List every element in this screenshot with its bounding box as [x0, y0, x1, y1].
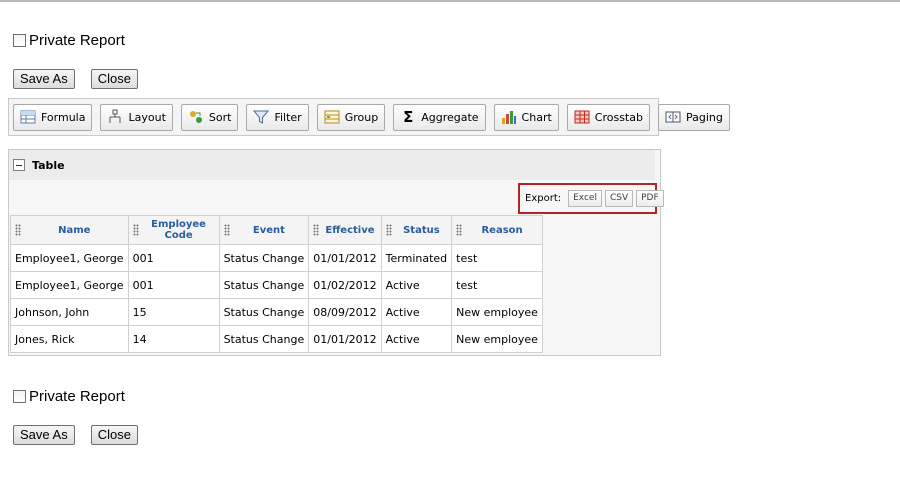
panel-title: Table	[32, 158, 65, 172]
table-panel: Table Export: Excel CSV PDF Name Employe…	[8, 149, 664, 356]
group-button[interactable]: Group	[316, 103, 386, 131]
column-header-name[interactable]: Name	[10, 215, 129, 245]
filter-icon	[253, 109, 270, 125]
cell-effective: 01/02/2012	[308, 271, 382, 299]
formula-label: Formula	[41, 110, 86, 124]
crosstab-button[interactable]: Crosstab	[566, 103, 650, 131]
layout-icon	[107, 109, 123, 125]
data-table: Name Employee Code Event Effective Statu…	[10, 215, 543, 353]
group-label: Group	[344, 110, 379, 124]
column-header-effective[interactable]: Effective	[308, 215, 382, 245]
private-report-label-bottom: Private Report	[29, 388, 125, 405]
cell-event: Status Change	[218, 271, 310, 299]
paging-button[interactable]: Paging	[657, 103, 730, 131]
layout-button[interactable]: Layout	[100, 103, 173, 131]
close-button-bottom[interactable]: Close	[90, 425, 138, 445]
cell-reason: New employee	[451, 298, 543, 326]
column-header-reason[interactable]: Reason	[451, 215, 543, 245]
drag-handle-icon[interactable]	[313, 224, 320, 236]
private-report-option[interactable]: Private Report	[13, 32, 125, 49]
filter-button[interactable]: Filter	[246, 103, 309, 131]
chart-button[interactable]: Chart	[493, 103, 559, 131]
bottom-action-buttons: Save As Close	[13, 425, 138, 445]
column-header-status[interactable]: Status	[380, 215, 453, 245]
sigma-icon: Σ	[403, 108, 414, 126]
cell-employee-code: 14	[127, 325, 220, 353]
drag-handle-icon[interactable]	[385, 224, 392, 236]
cell-employee-code: 001	[127, 271, 220, 299]
drag-handle-icon[interactable]	[132, 224, 139, 236]
drag-handle-icon[interactable]	[223, 224, 230, 236]
cell-name: Employee1, George	[10, 271, 129, 299]
cell-effective: 08/09/2012	[308, 298, 382, 326]
cell-event: Status Change	[218, 244, 310, 272]
cell-name: Johnson, John	[10, 298, 129, 326]
table-row: Employee1, George 001 Status Change 01/0…	[10, 244, 543, 272]
report-toolbar: Formula Layout Sort Filter Group Σ Aggre…	[8, 98, 730, 136]
crosstab-icon	[574, 109, 590, 125]
sort-button[interactable]: Sort	[180, 103, 239, 131]
column-header-event[interactable]: Event	[218, 215, 310, 245]
formula-button[interactable]: Formula	[13, 103, 93, 131]
private-report-checkbox-bottom[interactable]	[13, 390, 26, 403]
cell-effective: 01/01/2012	[308, 325, 382, 353]
export-controls: Export: Excel CSV PDF	[518, 183, 664, 214]
cell-status: Active	[380, 325, 453, 353]
sort-label: Sort	[208, 110, 232, 124]
crosstab-label: Crosstab	[594, 110, 643, 124]
sort-icon	[188, 109, 204, 125]
aggregate-button[interactable]: Σ Aggregate	[393, 103, 486, 131]
save-as-button-bottom[interactable]: Save As	[13, 425, 75, 445]
cell-status: Active	[380, 298, 453, 326]
paging-label: Paging	[685, 110, 723, 124]
column-header-employee-code[interactable]: Employee Code	[127, 215, 220, 245]
cell-status: Terminated	[380, 244, 453, 272]
top-divider	[0, 0, 900, 2]
cell-status: Active	[380, 271, 453, 299]
cell-event: Status Change	[218, 325, 310, 353]
chart-label: Chart	[521, 110, 552, 124]
cell-event: Status Change	[218, 298, 310, 326]
close-button[interactable]: Close	[90, 69, 138, 89]
save-as-button[interactable]: Save As	[13, 69, 75, 89]
export-label: Export:	[525, 193, 562, 204]
drag-handle-icon[interactable]	[15, 224, 21, 236]
cell-reason: test	[451, 244, 543, 272]
cell-name: Employee1, George	[10, 244, 129, 272]
collapse-icon[interactable]	[13, 159, 25, 171]
table-panel-header: Table	[9, 150, 655, 180]
table-row: Employee1, George 001 Status Change 01/0…	[10, 271, 543, 299]
group-icon	[324, 109, 340, 125]
cell-employee-code: 001	[127, 244, 220, 272]
formula-icon	[20, 109, 36, 125]
cell-reason: New employee	[451, 325, 543, 353]
aggregate-label: Aggregate	[421, 110, 479, 124]
export-csv-button[interactable]: CSV	[604, 190, 634, 207]
export-pdf-button[interactable]: PDF	[636, 190, 664, 207]
export-excel-button[interactable]: Excel	[568, 190, 602, 207]
table-row: Jones, Rick 14 Status Change 01/01/2012 …	[10, 325, 543, 353]
cell-reason: test	[451, 271, 543, 299]
private-report-label: Private Report	[29, 32, 125, 49]
top-action-buttons: Save As Close	[13, 69, 138, 89]
table-header-row: Name Employee Code Event Effective Statu…	[10, 215, 543, 245]
cell-name: Jones, Rick	[10, 325, 129, 353]
layout-label: Layout	[128, 110, 166, 124]
private-report-checkbox[interactable]	[13, 34, 26, 47]
drag-handle-icon[interactable]	[456, 224, 463, 236]
table-row: Johnson, John 15 Status Change 08/09/201…	[10, 298, 543, 326]
paging-icon	[665, 109, 681, 125]
cell-effective: 01/01/2012	[308, 244, 382, 272]
bar-chart-icon	[501, 109, 517, 125]
filter-label: Filter	[274, 110, 302, 124]
private-report-option-bottom[interactable]: Private Report	[13, 388, 125, 405]
cell-employee-code: 15	[127, 298, 220, 326]
